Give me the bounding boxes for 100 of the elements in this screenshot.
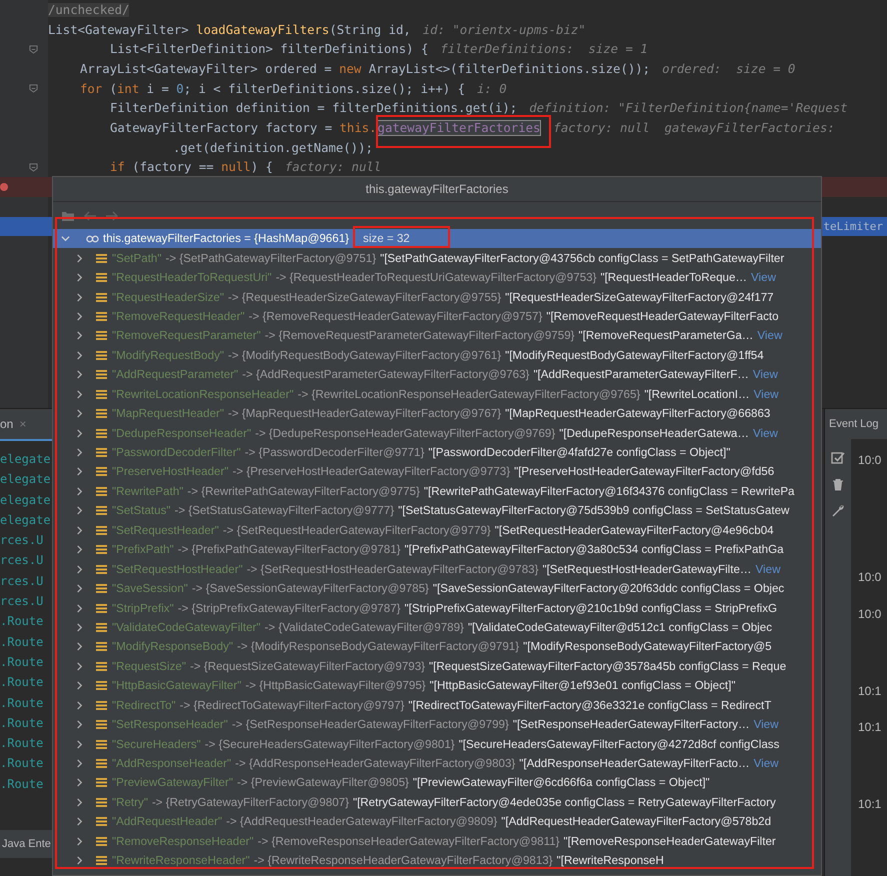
forward-arrow-icon[interactable] bbox=[105, 210, 119, 222]
map-entry-icon bbox=[96, 680, 107, 692]
chevron-icon[interactable] bbox=[75, 740, 84, 749]
entry-key: "RewriteResponseHeader" bbox=[112, 854, 250, 868]
entry-value: "[SetRequestHeaderGatewayFilterFactory@4e96cb04 bbox=[494, 524, 774, 537]
console-text: .Route bbox=[0, 694, 44, 712]
entry-type: -> {PreviewGatewayFilter@9805} bbox=[236, 776, 409, 790]
entry-value: "[HttpBasicGatewayFilter@1ef93e01 configClass = Object]" bbox=[430, 679, 736, 692]
entry-value: "[AddRequestParameterGatewayFilterF… bbox=[533, 368, 749, 382]
console-text: .Route bbox=[0, 776, 44, 793]
entry-key: "RemoveResponseHeader" bbox=[112, 834, 254, 848]
code-text: ; i < filterDefinitions.size(); i++) { bbox=[184, 82, 466, 96]
fold-icon[interactable] bbox=[29, 162, 38, 172]
view-link[interactable]: View bbox=[757, 329, 782, 342]
entry-key: "RequestHeaderSize" bbox=[112, 290, 224, 304]
chevron-icon[interactable] bbox=[75, 856, 84, 866]
chevron-icon[interactable] bbox=[75, 817, 84, 826]
chevron-icon[interactable] bbox=[75, 642, 84, 652]
entry-type: -> {SetStatusGatewayFilterFactory@9777} bbox=[174, 504, 394, 518]
fold-icon[interactable] bbox=[29, 44, 38, 54]
view-link[interactable]: View bbox=[751, 271, 776, 284]
view-link[interactable]: View bbox=[752, 426, 778, 440]
map-entry-icon bbox=[96, 505, 107, 516]
chevron-icon[interactable] bbox=[75, 331, 84, 340]
trash-icon[interactable] bbox=[831, 477, 845, 491]
entry-type: -> {MapRequestHeaderGatewayFilterFactory@9767} bbox=[228, 407, 502, 420]
keyword: int bbox=[117, 82, 140, 96]
folder-icon[interactable] bbox=[61, 210, 75, 222]
map-entry-icon bbox=[96, 350, 107, 361]
chevron-icon[interactable] bbox=[75, 370, 84, 380]
entry-value: "[RewriteLocationI… bbox=[644, 388, 750, 401]
checkbox-icon[interactable] bbox=[831, 451, 845, 465]
chevron-icon[interactable] bbox=[75, 292, 84, 302]
close-icon[interactable]: × bbox=[19, 417, 26, 431]
entry-key: "RequestHeaderToRequestUri" bbox=[112, 271, 272, 284]
code-text: List<FilterDefinition> filterDefinitions) { bbox=[110, 42, 428, 56]
entry-type: -> {RequestHeaderSizeGatewayFilterFactory@9755} bbox=[228, 290, 502, 304]
chevron-icon[interactable] bbox=[75, 759, 84, 768]
chevron-icon[interactable] bbox=[75, 662, 84, 671]
chevron-icon[interactable] bbox=[75, 720, 84, 730]
chevron-icon[interactable] bbox=[75, 778, 84, 788]
chevron-icon[interactable] bbox=[75, 700, 84, 710]
chevron-icon[interactable] bbox=[75, 409, 84, 418]
map-entry-icon bbox=[96, 310, 107, 322]
map-entry-icon bbox=[96, 486, 107, 497]
breakpoint-icon[interactable] bbox=[0, 182, 8, 192]
view-link[interactable]: View bbox=[754, 757, 779, 770]
entry-key: "RemoveRequestHeader" bbox=[112, 310, 245, 323]
view-link[interactable]: View bbox=[754, 388, 779, 401]
inline-value-hint: factory: null gatewayFilterFactories: bbox=[553, 120, 835, 135]
chevron-icon[interactable] bbox=[61, 234, 70, 244]
chevron-icon[interactable] bbox=[75, 486, 84, 496]
entry-key: "SecureHeaders" bbox=[112, 738, 201, 751]
panel-tab[interactable]: on bbox=[0, 417, 14, 431]
tree-row[interactable]: this.gatewayFilterFactories = {HashMap@9661} size = 32 bbox=[53, 229, 821, 248]
chevron-icon[interactable] bbox=[75, 506, 84, 516]
chevron-icon[interactable] bbox=[75, 254, 84, 263]
map-entry-icon bbox=[96, 719, 107, 730]
chevron-icon[interactable] bbox=[75, 604, 84, 613]
chevron-icon[interactable] bbox=[75, 273, 84, 282]
entry-value: "[PreviewGatewayFilter@6cd66f6a configClass = Object]" bbox=[412, 776, 710, 790]
map-entry-icon bbox=[96, 777, 107, 788]
chevron-icon[interactable] bbox=[75, 584, 84, 594]
entry-type: -> {SetPathGatewayFilterFactory@9751} bbox=[165, 252, 376, 265]
entry-value: "[RemoveRequestHeaderGatewayFilterFacto bbox=[546, 310, 779, 323]
code-text: ) { bbox=[250, 160, 273, 174]
bottom-tab[interactable]: Java Ente bbox=[0, 830, 52, 858]
map-entry-icon bbox=[96, 447, 107, 458]
chevron-icon[interactable] bbox=[75, 448, 84, 458]
map-entry-icon bbox=[96, 583, 107, 594]
chevron-icon[interactable] bbox=[75, 564, 84, 574]
view-link[interactable]: View bbox=[756, 562, 780, 576]
code-text: i = bbox=[146, 82, 170, 96]
chevron-icon[interactable] bbox=[75, 545, 84, 554]
chevron-icon[interactable] bbox=[75, 526, 84, 535]
chevron-icon[interactable] bbox=[75, 428, 84, 438]
chevron-icon[interactable] bbox=[75, 681, 84, 690]
console-text: rces.U bbox=[0, 532, 44, 550]
chevron-icon[interactable] bbox=[75, 467, 84, 476]
entry-value: "[SetStatusGatewayFilterFactory@75d539b9 configClass = SetStatusGatew bbox=[398, 504, 790, 518]
entry-value: "[SetResponseHeaderGatewayFilterFactory… bbox=[512, 718, 750, 732]
console-text: .Route bbox=[0, 755, 44, 772]
chevron-icon[interactable] bbox=[75, 798, 84, 807]
chevron-icon[interactable] bbox=[75, 350, 84, 360]
map-entry-icon bbox=[96, 700, 107, 711]
entry-type: -> {HttpBasicGatewayFilter@9795} bbox=[245, 679, 426, 692]
chevron-icon[interactable] bbox=[75, 622, 84, 632]
entry-value: "[RequestHeaderToReque… bbox=[600, 271, 748, 284]
event-log-tab[interactable]: Event Log bbox=[825, 409, 887, 439]
back-arrow-icon[interactable] bbox=[83, 210, 97, 222]
map-entry-icon bbox=[96, 836, 107, 847]
wrench-icon[interactable] bbox=[831, 503, 845, 517]
chevron-icon[interactable] bbox=[75, 312, 84, 321]
map-entry-icon bbox=[96, 758, 107, 770]
code-comment: /unchecked/ bbox=[48, 2, 130, 17]
fold-icon[interactable] bbox=[29, 84, 38, 94]
chevron-icon[interactable] bbox=[75, 390, 84, 399]
view-link[interactable]: View bbox=[754, 718, 778, 732]
view-link[interactable]: View bbox=[752, 368, 778, 382]
chevron-icon[interactable] bbox=[75, 836, 84, 846]
